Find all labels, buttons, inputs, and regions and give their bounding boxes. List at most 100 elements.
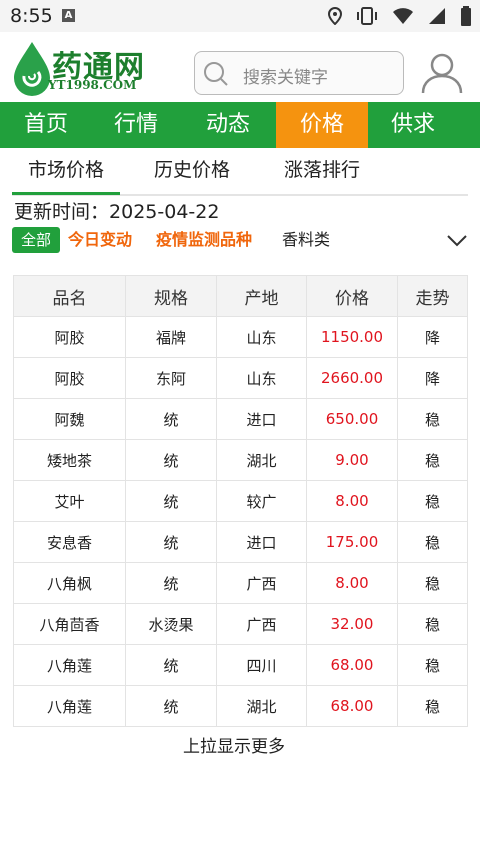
filter-bar: 全部 今日变动 疫情监测品种 香料类 — [12, 225, 468, 255]
cell-origin: 较广 — [216, 480, 307, 522]
table-row[interactable]: 八角枫统广西 8.00 稳 — [13, 562, 468, 604]
location-icon — [328, 7, 342, 25]
update-time: 更新时间：2025-04-22 — [14, 197, 219, 224]
cell-trend: 稳 — [397, 603, 468, 645]
cell-trend: 稳 — [397, 480, 468, 522]
load-more-hint: 上拉显示更多 — [183, 737, 285, 757]
nav-price[interactable]: 价格 — [276, 102, 368, 148]
search-placeholder: 搜索关键字 — [243, 68, 328, 88]
app-header: 药通网 YT1998.COM 搜索关键字 — [0, 32, 480, 102]
signal-icon — [429, 8, 445, 24]
cell-price: 175.00 — [306, 521, 398, 563]
filter-today-change[interactable]: 今日变动 — [68, 227, 132, 253]
cell-spec: 统 — [125, 685, 217, 727]
cell-origin: 湖北 — [216, 685, 307, 727]
header-origin: 产地 — [216, 275, 307, 317]
cell-trend: 稳 — [397, 562, 468, 604]
price-table: 品名 规格 产地 价格 走势 阿胶 福牌 山东 1150.00 降 阿胶 东阿 山东 2660… — [13, 275, 468, 727]
main-nav: 首页 行情 动态 价格 供求 — [0, 102, 480, 148]
cell-spec: 统 — [125, 562, 217, 604]
cell-name: 安息香 — [13, 521, 126, 563]
search-icon — [204, 62, 228, 86]
nav-news[interactable]: 动态 — [182, 102, 274, 148]
cell-name: 八角莲 — [13, 685, 126, 727]
nav-home[interactable]: 首页 — [0, 102, 92, 148]
cell-spec: 统 — [125, 398, 217, 440]
logo-subtitle: YT1998.COM — [48, 78, 137, 92]
cell-name: 八角枫 — [13, 562, 126, 604]
cell-origin: 四川 — [216, 644, 307, 686]
cell-name: 矮地茶 — [13, 439, 126, 481]
table-row[interactable]: 阿胶 东阿 山东 2660.00 降 — [13, 357, 468, 399]
cell-trend: 稳 — [397, 685, 468, 727]
cell-origin: 广西 — [216, 603, 307, 645]
update-label: 更新时间： — [14, 201, 110, 223]
cell-trend: 稳 — [397, 398, 468, 440]
cell-origin: 山东 — [216, 357, 307, 399]
cell-origin: 湖北 — [216, 439, 307, 481]
chevron-down-icon[interactable] — [446, 230, 468, 250]
cell-trend: 稳 — [397, 521, 468, 563]
table-row[interactable]: 八角莲统湖北 68.00 稳 — [13, 685, 468, 727]
header-price: 价格 — [306, 275, 398, 317]
tab-history-price[interactable]: 历史价格 — [154, 148, 230, 192]
cell-price: 68.00 — [306, 644, 398, 686]
table-row[interactable]: 矮地茶统湖北 9.00 稳 — [13, 439, 468, 481]
tab-rise-fall-rank[interactable]: 涨落排行 — [284, 148, 360, 192]
cell-trend: 降 — [397, 316, 468, 358]
table-row[interactable]: 阿胶 福牌 山东 1150.00 降 — [13, 316, 468, 358]
header-spec: 规格 — [125, 275, 217, 317]
sub-tabs: 市场价格 历史价格 涨落排行 — [12, 148, 468, 196]
cell-spec: 水烫果 — [125, 603, 217, 645]
table-row[interactable]: 八角茴香 水烫果 广西 32.00 稳 — [13, 603, 468, 645]
filter-epidemic-monitor[interactable]: 疫情监测品种 — [156, 227, 252, 253]
vibrate-icon — [357, 7, 377, 25]
nav-market[interactable]: 行情 — [90, 102, 182, 148]
cell-name: 八角莲 — [13, 644, 126, 686]
table-header-row: 品名 规格 产地 价格 走势 — [13, 275, 468, 317]
cell-trend: 稳 — [397, 644, 468, 686]
cell-name: 八角茴香 — [13, 603, 126, 645]
cell-price: 9.00 — [306, 439, 398, 481]
cell-origin: 进口 — [216, 398, 307, 440]
cell-price: 68.00 — [306, 685, 398, 727]
notification-icon: A — [62, 9, 75, 22]
header-trend: 走势 — [397, 275, 468, 317]
wifi-icon — [393, 8, 413, 24]
tab-market-price[interactable]: 市场价格 — [12, 148, 120, 195]
status-time: 8:55 — [10, 5, 53, 27]
table-row[interactable]: 安息香统进口 175.00 稳 — [13, 521, 468, 563]
user-avatar-icon[interactable] — [420, 50, 464, 94]
nav-supply[interactable]: 供求 — [367, 102, 459, 148]
cell-spec: 东阿 — [125, 357, 217, 399]
cell-price: 2660.00 — [306, 357, 398, 399]
cell-price: 32.00 — [306, 603, 398, 645]
table-row[interactable]: 阿魏统进口 650.00 稳 — [13, 398, 468, 440]
filter-all-button[interactable]: 全部 — [12, 227, 60, 253]
filter-category[interactable]: 香料类 — [282, 227, 330, 253]
cell-price: 8.00 — [306, 562, 398, 604]
cell-name: 艾叶 — [13, 480, 126, 522]
table-row[interactable]: 八角莲统四川 68.00 稳 — [13, 644, 468, 686]
battery-icon — [461, 6, 471, 26]
cell-price: 1150.00 — [306, 316, 398, 358]
cell-origin: 山东 — [216, 316, 307, 358]
cell-price: 650.00 — [306, 398, 398, 440]
header-name: 品名 — [13, 275, 126, 317]
cell-spec: 统 — [125, 439, 217, 481]
cell-trend: 稳 — [397, 439, 468, 481]
cell-trend: 降 — [397, 357, 468, 399]
logo[interactable]: 药通网 YT1998.COM — [12, 40, 162, 96]
table-row[interactable]: 艾叶统较广 8.00 稳 — [13, 480, 468, 522]
status-bar: 8:55 A — [0, 0, 480, 32]
cell-name: 阿胶 — [13, 357, 126, 399]
cell-spec: 统 — [125, 521, 217, 563]
cell-origin: 广西 — [216, 562, 307, 604]
update-date: 2025-04-22 — [109, 201, 220, 223]
leaf-drop-logo-icon — [14, 42, 50, 96]
cell-name: 阿魏 — [13, 398, 126, 440]
cell-spec: 福牌 — [125, 316, 217, 358]
cell-name: 阿胶 — [13, 316, 126, 358]
search-box[interactable]: 搜索关键字 — [194, 51, 404, 95]
cell-spec: 统 — [125, 644, 217, 686]
